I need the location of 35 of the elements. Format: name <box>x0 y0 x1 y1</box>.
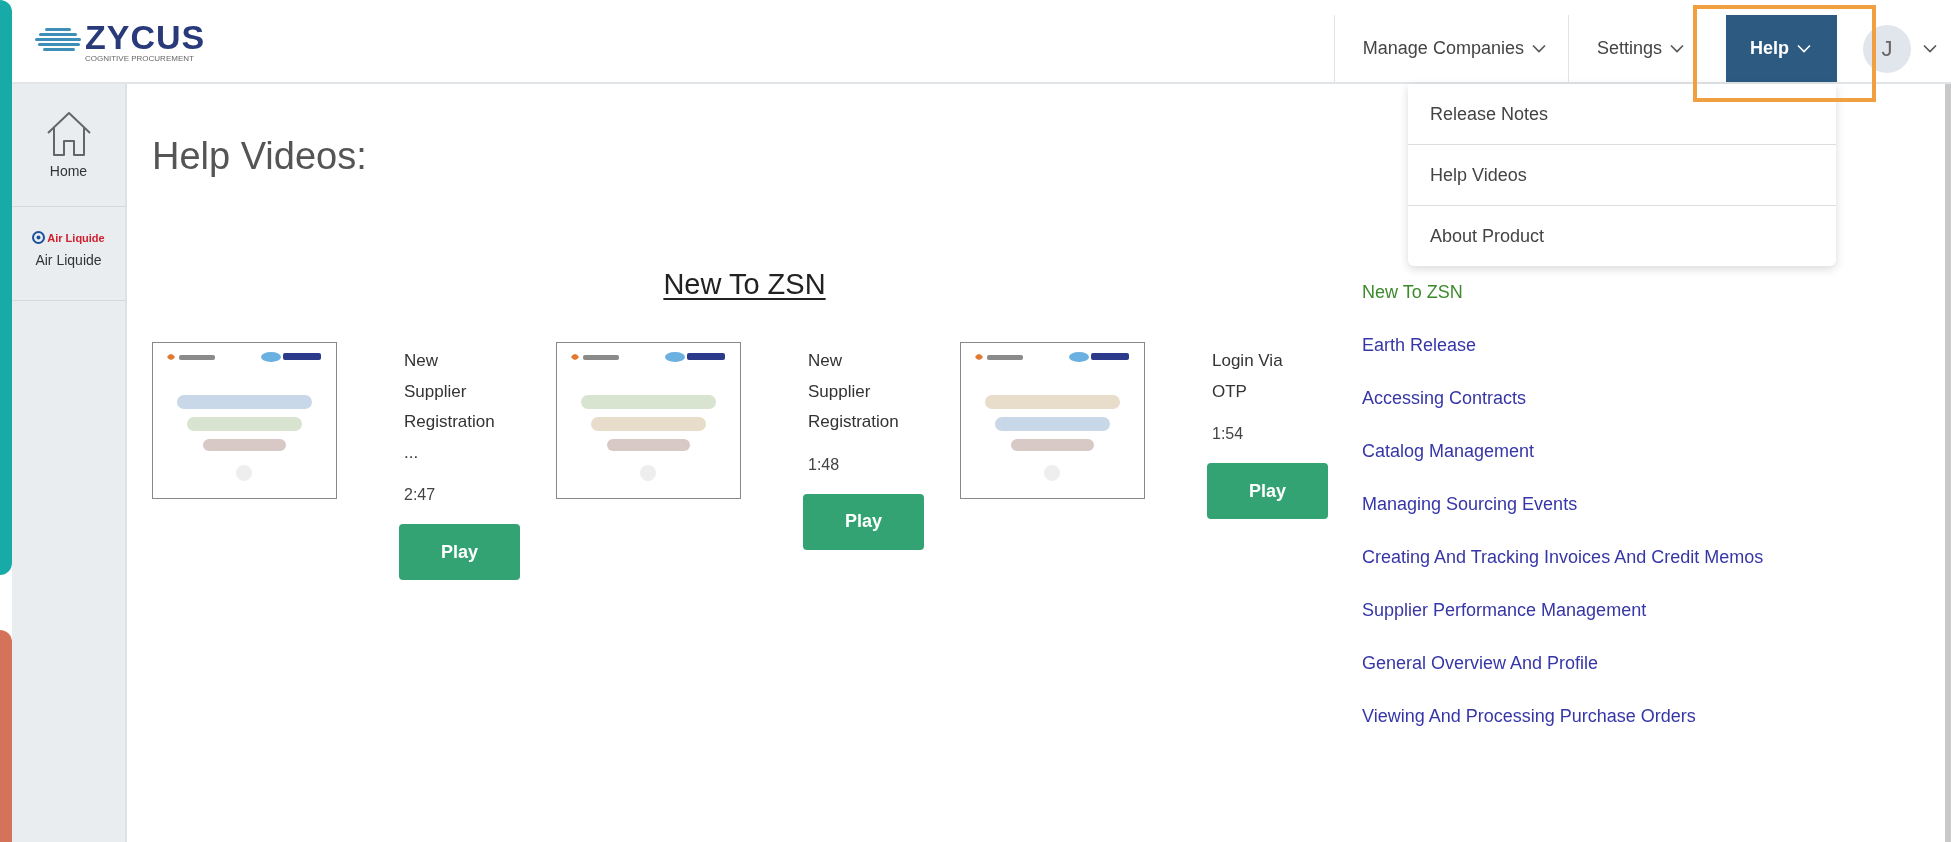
chevron-icon <box>1797 44 1811 53</box>
company-logo-icon <box>32 231 46 244</box>
scrollbar[interactable] <box>1945 84 1951 842</box>
topic-link[interactable]: Accessing Contracts <box>1362 372 1527 425</box>
topic-link[interactable]: General Overview And Profile <box>1362 637 1599 690</box>
user-avatar[interactable]: J <box>1863 24 1911 73</box>
topic-link[interactable]: Catalog Management <box>1362 425 1535 478</box>
nav-menu[interactable]: Help <box>1726 15 1837 82</box>
video-title: Login Via OTP <box>1212 350 1284 403</box>
chevron-icon <box>1531 44 1546 53</box>
page-title: Help Videos: <box>152 134 367 178</box>
nav-menu[interactable]: Settings <box>1567 15 1706 82</box>
logo-wordmark: ZYCUS <box>85 19 206 54</box>
sidebar-item[interactable]: Home <box>49 163 88 179</box>
topic-link[interactable]: New To ZSN <box>1362 266 1463 319</box>
section-title: New To ZSN <box>662 267 827 302</box>
logo-tagline: COGNITIVE PROCUREMENT <box>85 54 195 63</box>
topic-link[interactable]: Earth Release <box>1362 319 1477 372</box>
video-title: New Supplier Registration <box>808 350 900 433</box>
nav-menu[interactable]: Manage Companies <box>1333 15 1568 82</box>
video-title: New Supplier Registration ... <box>404 350 496 464</box>
menu-item[interactable]: Release Notes <box>1408 84 1836 145</box>
company-logo-text: Air Liquide <box>47 231 105 244</box>
video-duration: 1:48 <box>808 455 840 474</box>
topic-link[interactable]: Managing Sourcing Events <box>1362 478 1578 531</box>
menu-item[interactable]: About Product <box>1408 206 1836 266</box>
chevron-icon <box>1670 44 1684 53</box>
topic-link[interactable]: Creating And Tracking Invoices And Credit Memos <box>1362 531 1764 584</box>
video-duration: 1:54 <box>1212 425 1244 443</box>
topic-link[interactable]: Viewing And Processing Purchase Orders <box>1362 690 1696 743</box>
chevron-icon[interactable] <box>1923 44 1937 53</box>
video-duration: 2:47 <box>404 486 436 504</box>
menu-item[interactable]: Help Videos <box>1408 145 1836 206</box>
sidebar-item[interactable]: Air Liquide <box>35 252 102 268</box>
topic-link[interactable]: Supplier Performance Management <box>1362 584 1647 637</box>
